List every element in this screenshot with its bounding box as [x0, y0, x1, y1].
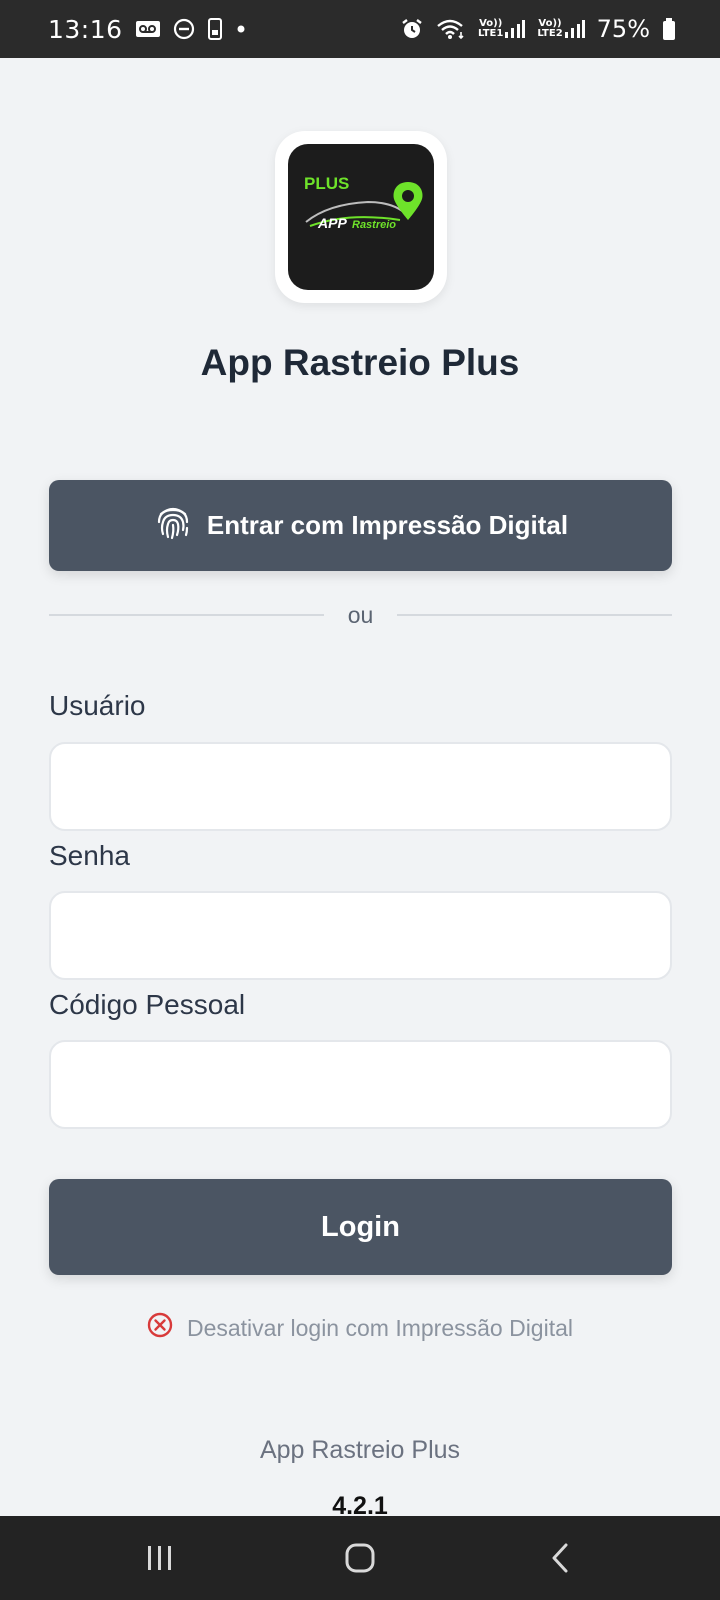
do-not-disturb-icon: [173, 18, 195, 40]
or-divider: ou: [49, 600, 672, 630]
back-icon[interactable]: [520, 1528, 600, 1588]
close-circle-icon: [147, 1312, 173, 1344]
sim1-indicator: Vo)) LTE1: [478, 19, 526, 39]
alarm-icon: [400, 17, 424, 41]
footer-app-name: App Rastreio Plus: [259, 1436, 461, 1464]
sim2-indicator: Vo)) LTE2: [537, 19, 585, 39]
home-icon[interactable]: [320, 1528, 400, 1588]
fingerprint-login-button[interactable]: Entrar com Impressão Digital: [49, 480, 672, 571]
signal-icon: [505, 20, 526, 38]
login-button-label: Login: [321, 1210, 400, 1243]
disable-fingerprint-label: Desativar login com Impressão Digital: [186, 1314, 574, 1341]
fingerprint-icon: [153, 502, 193, 549]
divider-line-left: [49, 614, 324, 616]
status-time: 13:16: [48, 14, 123, 44]
logo-plus-text: PLUS: [304, 174, 349, 193]
disable-fingerprint-link[interactable]: Desativar login com Impressão Digital: [0, 1312, 720, 1344]
status-bar-right: Vo)) LTE1 Vo)) LTE2 75%: [400, 15, 676, 43]
wifi-icon: [436, 18, 466, 40]
divider-text: ou: [347, 601, 374, 628]
fingerprint-login-label: Entrar com Impressão Digital: [206, 510, 569, 540]
phone-icon: [207, 18, 223, 40]
password-label: Senha: [49, 840, 130, 871]
map-pin-icon: [393, 182, 423, 220]
divider-line-right: [397, 614, 672, 616]
personal-code-input[interactable]: [49, 1040, 672, 1129]
page-title: App Rastreio Plus: [200, 342, 520, 383]
sim1-label: LTE1: [478, 28, 504, 39]
status-bar: 13:16 Vo)) LTE1 Vo)) LTE2 75%: [0, 0, 720, 58]
login-button[interactable]: Login: [49, 1179, 672, 1275]
status-bar-left: 13:16: [48, 15, 247, 44]
dot-icon: [235, 23, 247, 35]
logo-image: PLUS APP Rastreio: [288, 144, 434, 290]
app-logo: PLUS APP Rastreio: [275, 131, 447, 303]
personal-code-label: Código Pessoal: [49, 989, 246, 1020]
password-input[interactable]: [49, 891, 672, 980]
voicemail-icon: [135, 19, 161, 39]
battery-percent: 75%: [596, 15, 650, 43]
logo-app-text: APP: [317, 215, 347, 231]
recent-apps-icon[interactable]: [120, 1528, 200, 1588]
username-label: Usuário: [49, 690, 146, 721]
sim2-label: LTE2: [537, 28, 563, 39]
logo-rastreio-text: Rastreio: [352, 219, 396, 231]
battery-icon: [662, 17, 676, 41]
navigation-bar: [0, 1516, 720, 1600]
signal-icon: [564, 20, 585, 38]
username-input[interactable]: [49, 742, 672, 831]
